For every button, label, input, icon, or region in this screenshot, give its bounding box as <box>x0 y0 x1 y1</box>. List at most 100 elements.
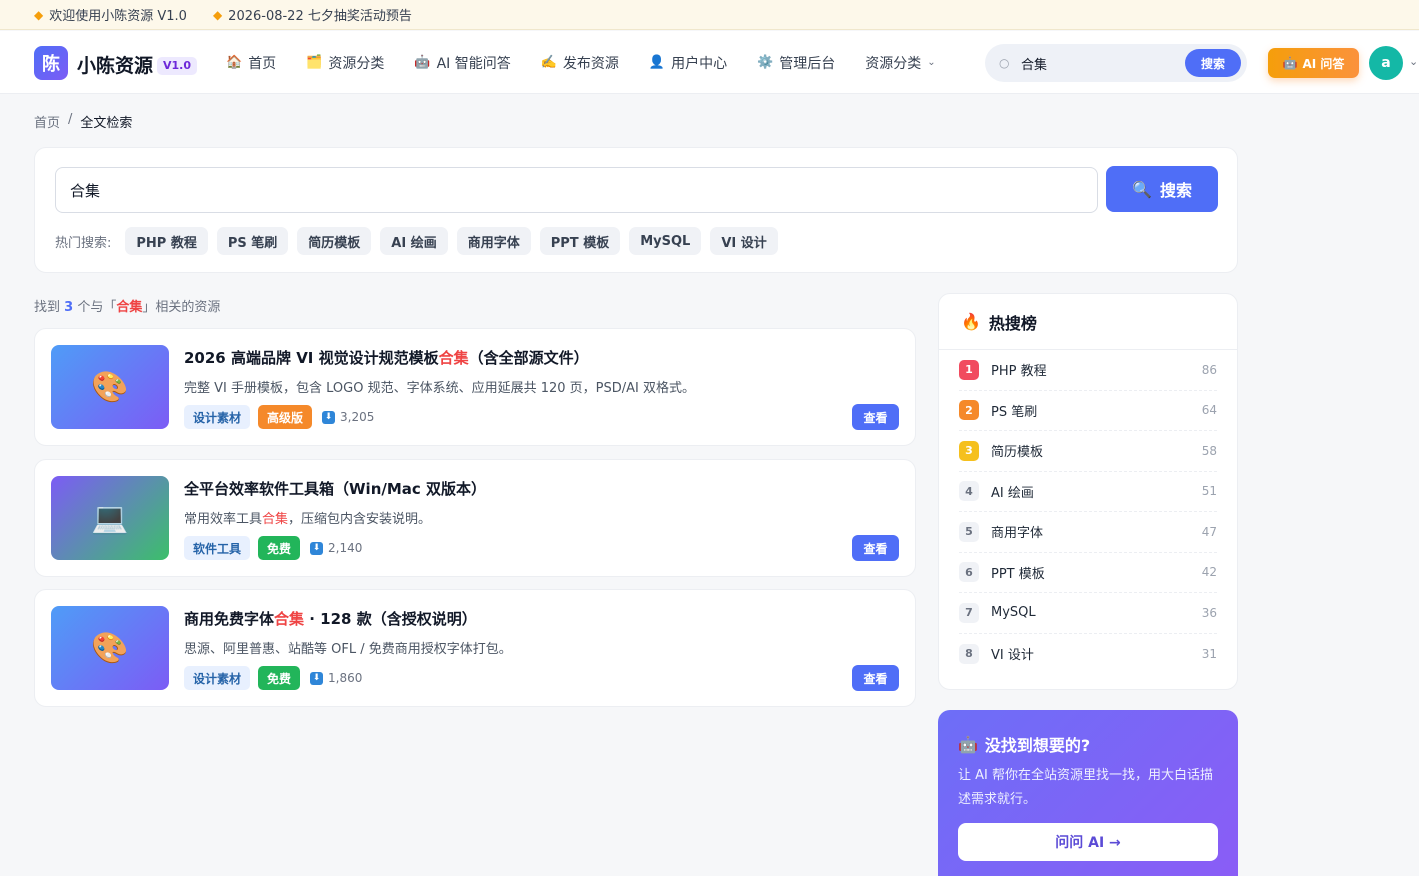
download-icon: ⬇ <box>310 671 324 685</box>
notice-item[interactable]: ◆ 欢迎使用小陈资源 V1.0 <box>34 5 187 25</box>
rank-number: 3 <box>959 440 979 461</box>
hot-search-label: 热门搜索: <box>55 235 112 251</box>
result-title[interactable]: 商用免费字体合集 · 128 款（含授权说明） <box>184 608 477 629</box>
result-card[interactable]: 🎨 2026 高端品牌 VI 视觉设计规范模板合集（含全部源文件） 完整 VI … <box>34 328 916 446</box>
header-search-button[interactable]: 搜索 <box>1185 49 1241 77</box>
hot-tag[interactable]: AI 绘画 <box>380 227 448 255</box>
palette-icon[interactable]: 🎨 <box>51 345 169 429</box>
title-highlight: 合集 <box>438 349 469 367</box>
hot-rank-item[interactable]: 2 PS 笔刷 64 <box>959 391 1217 431</box>
palette-icon[interactable]: 🎨 <box>51 606 169 690</box>
nav-label: AI 智能问答 <box>436 55 511 72</box>
search-button-label: 搜索 <box>1159 181 1192 200</box>
laptop-icon[interactable]: 💻 <box>51 476 169 560</box>
hot-tag[interactable]: 简历模板 <box>297 227 372 255</box>
logo-mark[interactable]: 陈 <box>34 46 68 80</box>
header-search-input[interactable] <box>1021 55 1171 71</box>
view-button[interactable]: 查看 <box>852 665 899 691</box>
nav-item-publish[interactable]: ✍️ 发布资源 <box>541 53 619 73</box>
hot-search-tags: 热门搜索: PHP 教程 PS 笔刷 简历模板 AI 绘画 商用字体 PPT 模… <box>55 227 778 255</box>
header-search: ○ 搜索 <box>985 44 1247 82</box>
rank-count: 58 <box>1201 443 1217 458</box>
plan-badge: 免费 <box>258 536 301 560</box>
rank-name: MySQL <box>991 605 1036 621</box>
hot-rank-item[interactable]: 6 PPT 模板 42 <box>959 553 1217 593</box>
rank-number: 2 <box>959 400 979 421</box>
hot-tag[interactable]: MySQL <box>629 227 702 255</box>
hot-rank-item[interactable]: 4 AI 绘画 51 <box>959 472 1217 512</box>
category-badge[interactable]: 软件工具 <box>184 536 251 560</box>
download-number: 2,140 <box>328 541 363 555</box>
title-highlight: 合集 <box>274 610 305 628</box>
search-panel: 合集 🔍 搜索 热门搜索: PHP 教程 PS 笔刷 简历模板 AI 绘画 商用字… <box>34 147 1238 273</box>
rank-number: 6 <box>959 562 979 583</box>
desc-text: ，压缩包内含安装说明。 <box>288 512 432 527</box>
hot-rank-item[interactable]: 5 商用字体 47 <box>959 512 1217 553</box>
result-title[interactable]: 全平台效率软件工具箱（Win/Mac 双版本） <box>184 478 486 499</box>
download-number: 1,860 <box>328 671 363 685</box>
nav-item-home[interactable]: 🏠 首页 <box>226 53 276 73</box>
title-text: （含全部源文件） <box>468 349 589 367</box>
hot-rank-header: 🔥 热搜榜 <box>939 294 1237 350</box>
notice-item[interactable]: ◆ 2026-08-22 七夕抽奖活动预告 <box>213 5 412 25</box>
ask-ai-button[interactable]: 问问 AI → <box>958 823 1218 861</box>
home-icon: 🏠 <box>226 55 243 70</box>
result-meta: 软件工具 免费 ⬇ 2,140 <box>184 536 362 560</box>
hot-rank-title: 热搜榜 <box>988 313 1037 333</box>
chevron-down-icon[interactable]: ⌄ <box>1409 55 1418 68</box>
download-count: ⬇ 3,205 <box>322 410 374 424</box>
nav-label: 首页 <box>248 55 277 72</box>
rank-count: 36 <box>1201 605 1217 620</box>
notice-text: 欢迎使用小陈资源 V1.0 <box>49 9 187 24</box>
hot-rank-item[interactable]: 8 VI 设计 31 <box>959 634 1217 675</box>
hot-rank-item[interactable]: 7 MySQL 36 <box>959 593 1217 634</box>
title-text: 商用免费字体 <box>184 610 275 628</box>
result-card[interactable]: 💻 全平台效率软件工具箱（Win/Mac 双版本） 常用效率工具合集，压缩包内含… <box>34 459 916 577</box>
rank-number: 1 <box>959 359 979 380</box>
nav-item-admin[interactable]: ⚙️ 管理后台 <box>757 53 835 73</box>
rank-number: 7 <box>959 602 979 623</box>
avatar[interactable]: a <box>1369 46 1403 80</box>
folder-icon: 🗂️ <box>306 55 323 70</box>
desc-text: 思源、阿里普惠、站酷等 OFL / 免费商用授权字体打包。 <box>184 642 512 657</box>
ai-qa-button[interactable]: 🤖 AI 问答 <box>1268 48 1359 78</box>
rank-name: PHP 教程 <box>991 364 1047 380</box>
hot-tag[interactable]: PS 笔刷 <box>216 227 289 255</box>
category-badge[interactable]: 设计素材 <box>184 666 251 690</box>
nav-item-ai-qa[interactable]: 🤖 AI 智能问答 <box>414 53 510 73</box>
main-nav: 🏠 首页 🗂️ 资源分类 🤖 AI 智能问答 ✍️ 发布资源 👤 用户中心 ⚙️ 管理后台 … <box>226 31 936 94</box>
nav-label: 发布资源 <box>562 55 619 72</box>
result-card[interactable]: 🎨 商用免费字体合集 · 128 款（含授权说明） 思源、阿里普惠、站酷等 OF… <box>34 589 916 707</box>
site-name[interactable]: 小陈资源 <box>77 51 153 78</box>
plan-badge: 免费 <box>258 666 301 690</box>
results-summary: 找到 3 个与「合集」相关的资源 <box>34 296 220 315</box>
nav-dropdown-categories[interactable]: 资源分类 ⌄ <box>865 53 935 73</box>
main-search-button[interactable]: 🔍 搜索 <box>1106 166 1218 212</box>
hot-tag[interactable]: PHP 教程 <box>125 227 208 255</box>
title-text: 全平台效率软件工具箱（Win/Mac 双版本） <box>184 480 487 498</box>
hot-tag[interactable]: 商用字体 <box>456 227 531 255</box>
rank-count: 64 <box>1201 403 1217 418</box>
desc-text: 完整 VI 手册模板，包含 LOGO 规范、字体系统、应用延展共 120 页，P… <box>184 381 695 396</box>
ai-qa-label: AI 问答 <box>1302 56 1345 71</box>
nav-item-user-center[interactable]: 👤 用户中心 <box>649 53 727 73</box>
view-button[interactable]: 查看 <box>852 535 899 561</box>
view-button[interactable]: 查看 <box>852 404 899 430</box>
rank-name: PPT 模板 <box>991 566 1045 582</box>
hot-rank-item[interactable]: 3 简历模板 58 <box>959 431 1217 472</box>
desc-highlight: 合集 <box>262 512 289 527</box>
nav-item-categories[interactable]: 🗂️ 资源分类 <box>306 53 384 73</box>
hot-rank-item[interactable]: 1 PHP 教程 86 <box>959 350 1217 391</box>
rank-name: VI 设计 <box>991 648 1034 664</box>
summary-keyword: 合集 <box>116 300 143 315</box>
result-title[interactable]: 2026 高端品牌 VI 视觉设计规范模板合集（含全部源文件） <box>184 347 589 368</box>
notice-text: 2026-08-22 七夕抽奖活动预告 <box>228 9 412 24</box>
breadcrumb-home[interactable]: 首页 <box>34 112 60 131</box>
category-badge[interactable]: 设计素材 <box>184 405 251 429</box>
hot-tag[interactable]: PPT 模板 <box>539 227 621 255</box>
result-meta: 设计素材 高级版 ⬇ 3,205 <box>184 405 374 429</box>
desc-text: 常用效率工具 <box>184 512 263 527</box>
hot-tag[interactable]: VI 设计 <box>710 227 778 255</box>
main-search-input[interactable]: 合集 <box>55 167 1098 213</box>
notice-bar: ◆ 欢迎使用小陈资源 V1.0 ◆ 2026-08-22 七夕抽奖活动预告 <box>0 0 1419 30</box>
